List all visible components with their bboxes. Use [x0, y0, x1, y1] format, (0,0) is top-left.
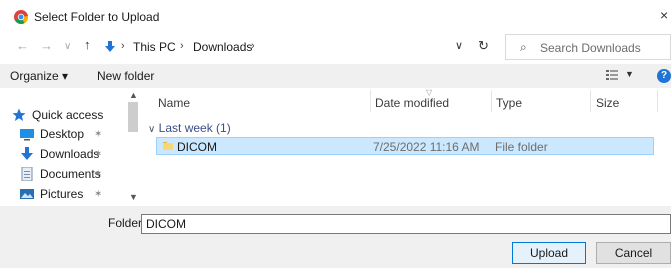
row-name: DICOM: [177, 140, 217, 154]
view-dropdown-icon[interactable]: ▼: [625, 69, 634, 79]
close-icon[interactable]: ×: [660, 7, 668, 23]
pin-icon[interactable]: ✶: [94, 129, 102, 140]
downloads-location-icon: [105, 41, 115, 52]
forward-icon[interactable]: →: [40, 38, 53, 53]
group-label: Last week (1): [158, 121, 231, 135]
nav-item-label: Documents: [40, 167, 101, 181]
nav-item-label: Quick access: [32, 108, 104, 122]
download-icon: [20, 147, 34, 161]
nav-item-label: Pictures: [40, 187, 84, 201]
folder-icon: [163, 142, 173, 150]
folder-name-input[interactable]: DICOM: [141, 214, 671, 234]
window-title: Select Folder to Upload: [34, 10, 160, 24]
star-icon: [12, 108, 26, 122]
table-row[interactable]: DICOM 7/25/2022 11:16 AM File folder: [156, 137, 654, 155]
dialog-footer: Folder: DICOM Upload Cancel: [0, 206, 671, 268]
address-dropdown-icon[interactable]: ∨: [455, 39, 463, 52]
search-input[interactable]: ⌕ Search Downloads: [505, 34, 671, 60]
cancel-button[interactable]: Cancel: [596, 242, 671, 264]
title-bar: Select Folder to Upload ×: [0, 0, 671, 34]
change-view-icon[interactable]: [606, 69, 618, 81]
column-divider[interactable]: [657, 90, 658, 112]
desktop-icon: [20, 127, 34, 141]
navigation-pane: Quick access Desktop ✶ Downloads ✶ Docum…: [0, 88, 140, 206]
column-header-size[interactable]: Size: [596, 96, 619, 110]
back-icon[interactable]: ←: [16, 38, 29, 53]
breadcrumb-separator: ›: [180, 40, 184, 52]
organize-button[interactable]: Organize ▾: [10, 69, 68, 83]
nav-pane-scrollbar[interactable]: ▲ ▼: [126, 88, 140, 206]
breadcrumb-separator: ›: [121, 40, 125, 52]
breadcrumb-downloads[interactable]: Downloads: [193, 40, 252, 54]
column-divider[interactable]: [370, 90, 371, 112]
pin-icon[interactable]: ✶: [94, 189, 102, 200]
group-toggle-icon[interactable]: ∨: [148, 124, 155, 135]
upload-button[interactable]: Upload: [512, 242, 586, 264]
nav-item-label: Downloads: [40, 147, 100, 161]
scroll-thumb[interactable]: [128, 102, 138, 132]
address-bar[interactable]: › This PC › Downloads › ∨: [96, 34, 500, 60]
breadcrumb-this-pc[interactable]: This PC: [133, 40, 176, 54]
new-folder-button[interactable]: New folder: [97, 69, 154, 83]
up-folder-icon[interactable]: ↑: [84, 37, 91, 52]
scroll-down-icon[interactable]: ▼: [129, 192, 138, 202]
recent-locations-icon[interactable]: ∨: [64, 41, 71, 52]
refresh-icon[interactable]: ↻: [478, 38, 489, 54]
pin-icon[interactable]: ✶: [94, 169, 102, 180]
nav-item-documents[interactable]: Documents ✶: [20, 165, 102, 183]
group-header[interactable]: ∨ Last week (1): [148, 121, 231, 135]
search-icon: ⌕: [520, 40, 527, 54]
documents-icon: [20, 166, 34, 182]
pictures-icon: [20, 187, 34, 201]
row-date-modified: 7/25/2022 11:16 AM: [373, 140, 480, 154]
column-divider[interactable]: [491, 90, 492, 112]
row-type: File folder: [495, 140, 548, 154]
help-icon[interactable]: ?: [657, 69, 671, 83]
nav-item-quick-access[interactable]: Quick access: [12, 106, 103, 124]
column-divider[interactable]: [590, 90, 591, 112]
column-header-name[interactable]: Name: [158, 96, 190, 110]
nav-item-desktop[interactable]: Desktop ✶: [20, 125, 102, 143]
nav-item-pictures[interactable]: Pictures ✶: [20, 185, 102, 203]
column-header-date[interactable]: Date modified: [375, 96, 449, 110]
command-bar: Organize ▾ New folder ▼ ?: [0, 64, 671, 88]
chrome-icon: [14, 10, 28, 24]
nav-item-label: Desktop: [40, 127, 85, 141]
pin-icon[interactable]: ✶: [94, 149, 102, 160]
folder-label: Folder:: [108, 216, 146, 230]
scroll-up-icon[interactable]: ▲: [129, 90, 138, 100]
nav-item-downloads[interactable]: Downloads ✶: [20, 145, 102, 163]
breadcrumb-separator: ›: [251, 40, 255, 52]
column-header-type[interactable]: Type: [496, 96, 522, 110]
search-placeholder: Search Downloads: [540, 41, 641, 55]
